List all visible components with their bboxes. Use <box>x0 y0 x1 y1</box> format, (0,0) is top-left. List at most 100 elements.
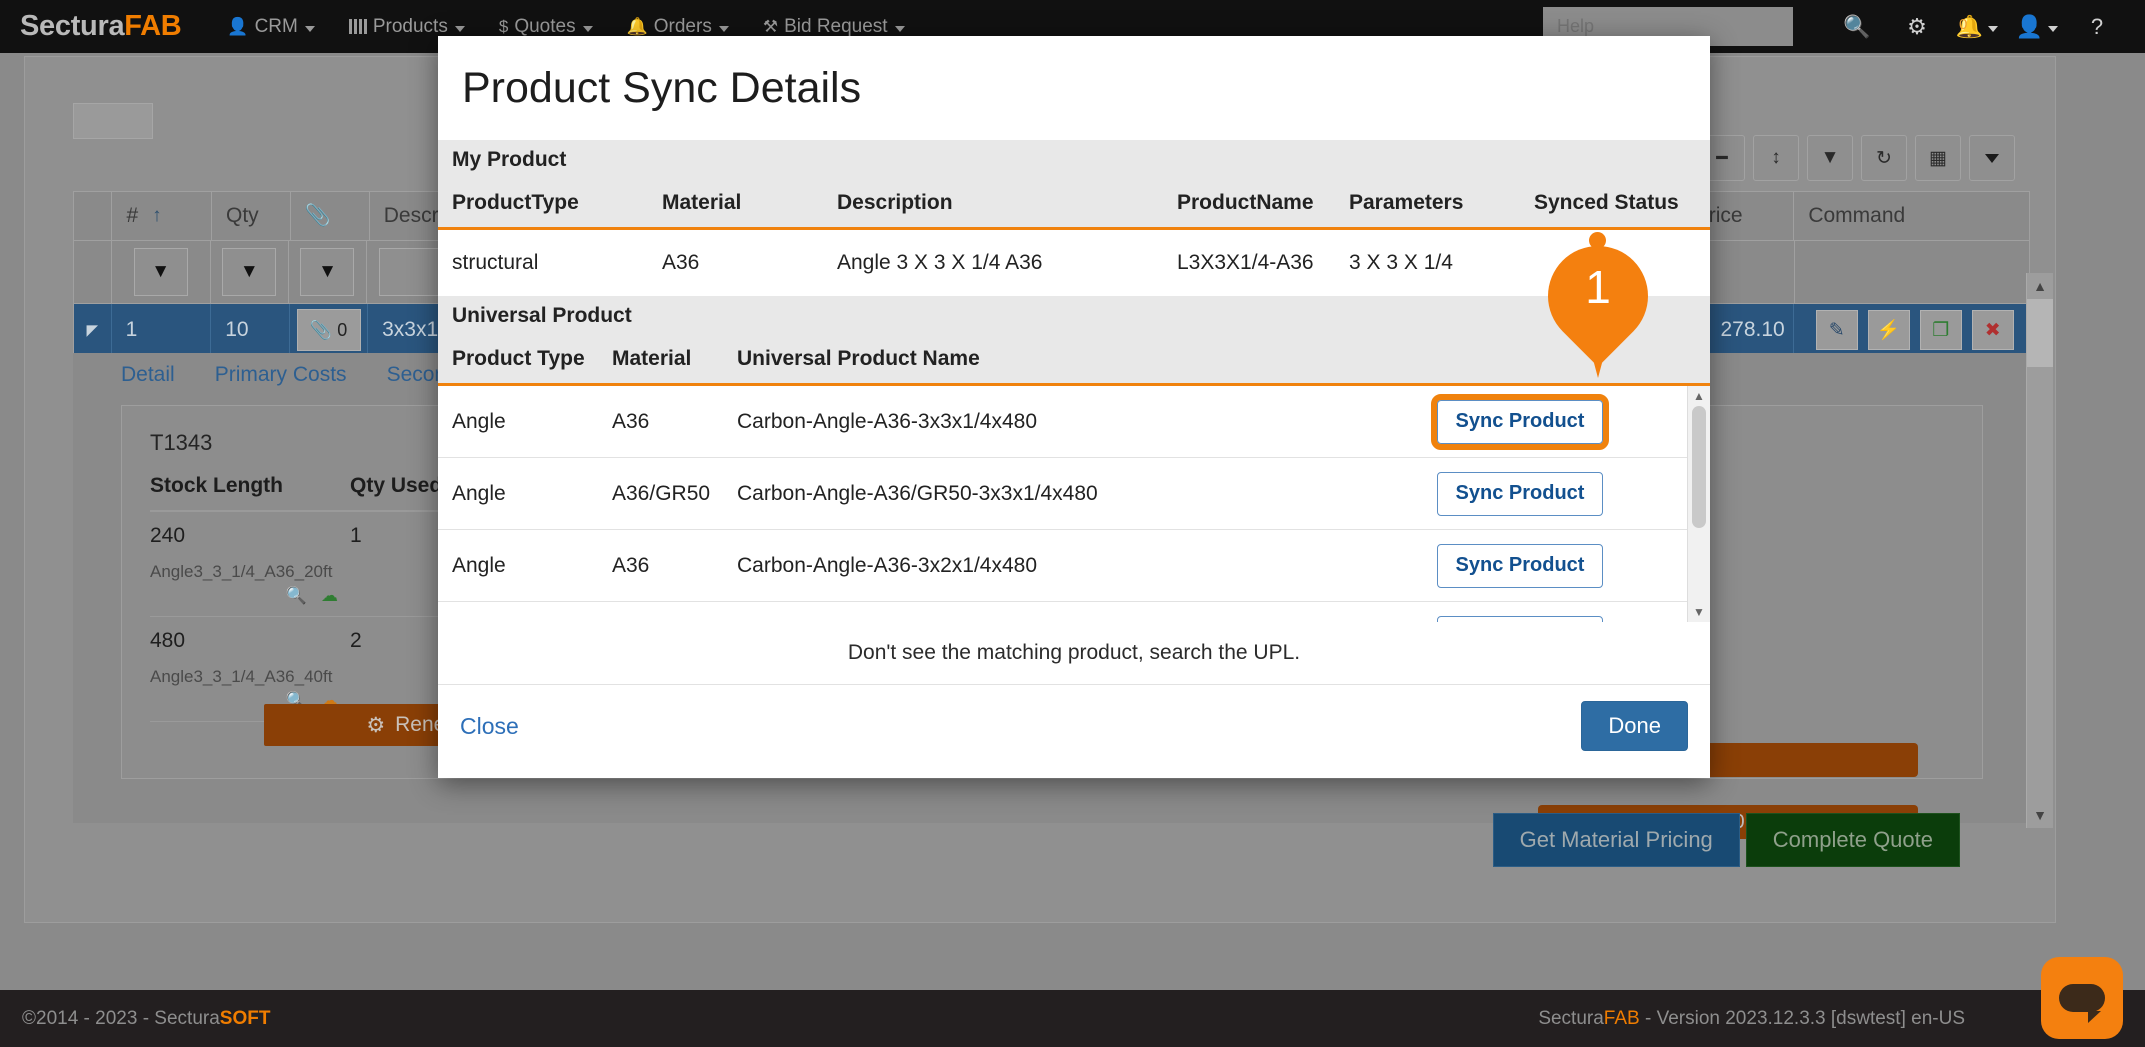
table-icon[interactable]: ▦ <box>1915 135 1961 181</box>
user-icon: 👤 <box>227 17 248 37</box>
scrollbar-thumb[interactable] <box>1692 406 1706 528</box>
sort-ascending-icon: ↑ <box>152 205 162 227</box>
cloud-icon[interactable]: ☁ <box>321 586 338 606</box>
cell-product-type: Angle <box>438 482 598 506</box>
sync-product-button[interactable]: Sync Product <box>1437 616 1603 623</box>
modal-header: Product Sync Details <box>438 36 1710 140</box>
col-universal-product-name: Universal Product Name <box>723 347 1423 371</box>
nav-item-bid-request[interactable]: ⚒ Bid Request <box>763 16 905 38</box>
table-row[interactable]: Angle A36/GR50 Carbon-Angle-A36/GR50-3x3… <box>438 458 1710 530</box>
nav-item-label: Quotes <box>514 16 575 38</box>
nav-item-crm[interactable]: 👤 CRM <box>227 16 314 38</box>
dollar-icon: $ <box>499 17 508 37</box>
product-sync-details-modal: Product Sync Details My Product ProductT… <box>438 36 1710 778</box>
scroll-down-icon[interactable]: ▼ <box>1688 602 1710 622</box>
nav-item-products[interactable]: Products <box>349 16 465 38</box>
delete-icon[interactable]: ✖ <box>1972 310 2014 350</box>
caret-down-icon <box>719 26 729 32</box>
filter-icon[interactable]: ▼ <box>1807 135 1853 181</box>
scroll-up-icon[interactable]: ▲ <box>2027 273 2053 299</box>
my-product-table-header: ProductType Material Description Product… <box>438 179 1710 230</box>
grid-col-qty: Qty <box>226 204 259 228</box>
scrollbar-thumb[interactable] <box>2027 299 2053 367</box>
filter-icon[interactable]: ▼ <box>134 248 188 296</box>
sync-product-button[interactable]: Sync Product <box>1437 472 1603 516</box>
col-product-type: ProductType <box>438 191 648 215</box>
nest-col-stock-length: Stock Length <box>150 474 350 498</box>
col-description: Description <box>823 191 1163 215</box>
nav-item-orders[interactable]: 🔔 Orders <box>627 16 729 38</box>
done-button[interactable]: Done <box>1581 701 1688 751</box>
complete-quote-button[interactable]: Complete Quote <box>1746 813 1960 867</box>
bars-icon <box>349 19 367 34</box>
table-row[interactable]: Angle A36 Carbon-Angle-A36-3x3x1/4x480 S… <box>438 386 1710 458</box>
caret-down-icon <box>1988 26 1998 32</box>
copyright-text: ©2014 - 2023 - SecturaSOFT <box>22 1008 270 1030</box>
col-material: Material <box>598 347 723 371</box>
table-row[interactable]: Angle A36/GR50 Carbon-Angle-A36/GR50-3x2… <box>438 602 1710 622</box>
stock-length-value: 240 <box>150 524 185 547</box>
nav-item-quotes[interactable]: $ Quotes <box>499 16 593 38</box>
table-row[interactable]: Angle A36 Carbon-Angle-A36-3x2x1/4x480 S… <box>438 530 1710 602</box>
annotation-pin-1: 1 <box>1548 232 1668 382</box>
page-footer: ©2014 - 2023 - SecturaSOFT SecturaFAB - … <box>0 990 2145 1047</box>
gear-icon[interactable]: ⚙ <box>1887 14 1947 40</box>
help-question-icon[interactable]: ? <box>2067 14 2127 40</box>
version-suffix: - Version 2023.12.3.3 [dswtest] en-US <box>1640 1008 1965 1029</box>
grid-col-number: # <box>126 204 138 228</box>
bolt-icon[interactable]: ⚡ <box>1868 310 1910 350</box>
scroll-down-icon[interactable]: ▼ <box>2027 802 2053 828</box>
close-button[interactable]: Close <box>460 713 519 740</box>
refresh-icon[interactable]: ↻ <box>1861 135 1907 181</box>
notifications-bell-icon[interactable]: 0 🔔 <box>1947 14 2007 40</box>
expand-collapse-icon[interactable]: ◤ <box>87 321 99 339</box>
caret-down-icon <box>583 26 593 32</box>
get-material-pricing-button[interactable]: Get Material Pricing <box>1493 813 1740 867</box>
sync-product-button[interactable]: Sync Product <box>1437 544 1603 588</box>
cell-universal-product-name: Carbon-Angle-A36/GR50-3x3x1/4x480 <box>723 482 1423 506</box>
universal-product-scroll-area[interactable]: Angle A36 Carbon-Angle-A36-3x3x1/4x480 S… <box>438 386 1710 622</box>
user-menu-icon[interactable]: 👤 <box>2007 14 2067 40</box>
edit-icon[interactable]: ✎ <box>1816 310 1858 350</box>
version-brand: FAB <box>1604 1008 1640 1029</box>
caret-down-icon[interactable] <box>1969 135 2015 181</box>
col-synced-status: Synced Status <box>1520 191 1710 215</box>
row-height-icon[interactable]: ↕ <box>1753 135 1799 181</box>
sync-product-button[interactable]: Sync Product <box>1437 400 1603 444</box>
cell-product-type: Angle <box>438 554 598 578</box>
stock-item-name: Angle3_3_1/4_A36_20ft <box>150 562 350 582</box>
brand-logo[interactable]: SecturaFAB <box>20 10 181 43</box>
attachment-icon: 📎 <box>305 204 331 228</box>
cell-universal-product-name: Carbon-Angle-A36-3x2x1/4x480 <box>723 554 1423 578</box>
cell-material: A36 <box>598 410 723 434</box>
search-icon[interactable]: 🔍 <box>1827 14 1887 40</box>
grid-vertical-scrollbar[interactable]: ▲ ▼ <box>2026 273 2053 828</box>
brand-suffix: FAB <box>124 10 181 42</box>
qty-used-value: 1 <box>350 524 362 606</box>
scroll-up-icon[interactable]: ▲ <box>1688 386 1710 406</box>
copy-icon[interactable]: ❐ <box>1920 310 1962 350</box>
quote-actions: Get Material Pricing Complete Quote <box>1493 813 1960 867</box>
nest-col-qty-used: Qty Used <box>350 474 442 498</box>
attachment-count: 0 <box>337 320 347 341</box>
filter-icon[interactable]: ▼ <box>222 248 276 296</box>
modal-list-scrollbar[interactable]: ▲ ▼ <box>1687 386 1710 622</box>
cell-description: Angle 3 X 3 X 1/4 A36 <box>823 251 1163 275</box>
copyright-prefix: ©2014 - 2023 - Sectura <box>22 1008 220 1029</box>
tab-primary-costs[interactable]: Primary Costs <box>215 363 347 387</box>
hammer-icon: ⚒ <box>763 17 778 37</box>
chat-widget-button[interactable] <box>2041 957 2123 1039</box>
row-qty: 10 <box>225 318 248 342</box>
chat-icon <box>2059 984 2105 1012</box>
cell-material: A36/GR50 <box>598 482 723 506</box>
tab-detail[interactable]: Detail <box>121 363 175 387</box>
nav-item-label: Orders <box>654 16 712 38</box>
col-parameters: Parameters <box>1335 191 1520 215</box>
table-row: structural A36 Angle 3 X 3 X 1/4 A36 L3X… <box>438 230 1710 296</box>
filter-icon[interactable]: ▼ <box>300 248 354 296</box>
row-description: 3x3x1 <box>382 318 438 342</box>
attachments-button[interactable]: 📎0 <box>297 309 361 351</box>
bell-icon: 🔔 <box>627 17 648 37</box>
card-top-button[interactable] <box>73 103 153 139</box>
search-icon[interactable]: 🔍 <box>286 586 307 606</box>
